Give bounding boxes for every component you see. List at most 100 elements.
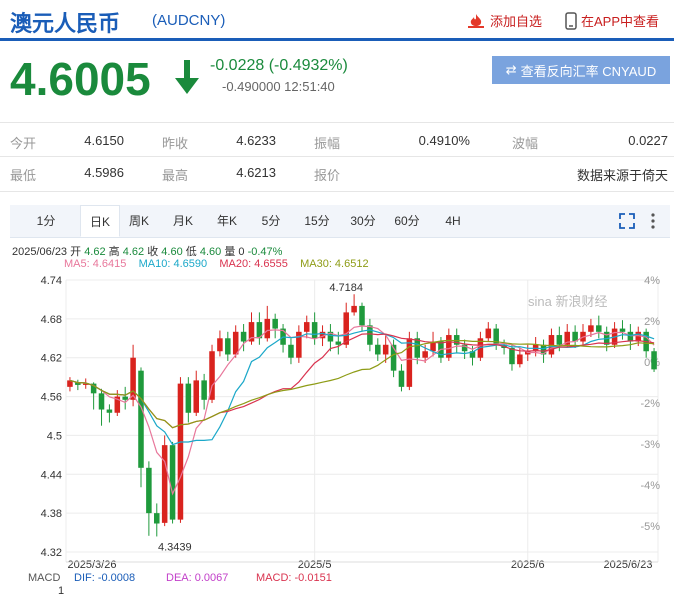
candle-body xyxy=(288,344,294,358)
stat-label: 波幅 xyxy=(512,136,539,151)
candle-body xyxy=(201,380,207,400)
add-watchlist-button[interactable]: 添加自选 xyxy=(466,11,542,30)
x-tick-label: 2025/6/23 xyxy=(604,559,653,571)
y-tick-label: 4.74 xyxy=(41,275,62,287)
x-tick-label: 2025/6 xyxy=(511,559,545,571)
y-tick-pct-label: -4% xyxy=(640,480,660,492)
tab-60min[interactable]: 60分 xyxy=(390,205,424,237)
candle-body xyxy=(185,383,192,413)
stats-row-2: 最低 4.5986 最高 4.6213 报价 数据来源于倚天 xyxy=(0,156,674,192)
tab-5min[interactable]: 5分 xyxy=(256,205,286,237)
candle-body xyxy=(351,305,357,313)
candle-body xyxy=(556,335,563,345)
fire-icon xyxy=(468,13,484,28)
symbol-code: (AUDCNY) xyxy=(152,12,226,29)
candle-body xyxy=(422,351,428,358)
ohlc-info: 2025/06/23 开 4.62 高 4.62 收 4.60 低 4.60 量… xyxy=(12,243,282,259)
macd-dif: DIF: -0.0008 xyxy=(74,572,136,584)
ma10-value: MA10: 4.6590 xyxy=(138,258,208,270)
candle-body xyxy=(98,393,105,410)
high-annotation: 4.7184 xyxy=(329,282,363,294)
reverse-rate-button[interactable]: ⇄ 查看反向汇率 CNYAUD xyxy=(492,56,670,84)
current-price: 4.6005 xyxy=(10,53,151,105)
info-close-label: 收 xyxy=(147,246,159,258)
phone-icon xyxy=(565,11,577,30)
candle-body xyxy=(517,354,523,365)
swap-icon: ⇄ xyxy=(505,62,517,77)
sina-watermark: sina 新浪财经 xyxy=(528,294,607,309)
candle-body xyxy=(359,305,365,326)
y-tick-pct-label: -3% xyxy=(640,439,660,451)
macd-label: MACD xyxy=(28,572,61,584)
candle-body xyxy=(161,445,168,523)
ma-line xyxy=(69,325,655,496)
candle-body xyxy=(169,445,176,520)
candle-body xyxy=(335,341,342,345)
candle-body xyxy=(193,380,200,413)
fullscreen-icon[interactable] xyxy=(618,212,636,230)
tab-30min[interactable]: 30分 xyxy=(346,205,380,237)
candle-body xyxy=(138,370,144,468)
tab-monthly[interactable]: 月K xyxy=(168,205,198,237)
low-annotation: 4.3439 xyxy=(158,542,192,554)
tab-yearly[interactable]: 年K xyxy=(212,205,242,237)
y-tick-pct-label: -2% xyxy=(640,398,660,410)
y-tick-label: 4.5 xyxy=(47,430,62,442)
stat-label: 最低 xyxy=(10,168,37,183)
stat-value: 4.6150 xyxy=(84,133,124,148)
candle-body xyxy=(651,351,657,370)
data-source: 数据来源于倚天 xyxy=(576,168,668,183)
stat-label: 今开 xyxy=(10,136,37,151)
candle-body xyxy=(398,370,405,387)
price-detail: -0.490000 12:51:40 xyxy=(222,79,335,94)
y-tick-pct-label: 2% xyxy=(644,316,660,328)
y-tick-pct-label: -5% xyxy=(640,521,660,533)
more-menu-icon[interactable] xyxy=(648,212,658,230)
y-tick-label: 4.62 xyxy=(41,353,62,365)
stat-label: 振幅 xyxy=(314,136,341,151)
macd-dea: DEA: 0.0067 xyxy=(166,572,229,584)
y-tick-label: 4.44 xyxy=(41,469,62,481)
y-tick-pct-label: 4% xyxy=(644,275,660,287)
candle-body xyxy=(122,396,128,400)
candle-body xyxy=(382,344,389,355)
ma5-value: MA5: 4.6415 xyxy=(64,258,127,270)
x-tick-label: 2025/3/26 xyxy=(68,559,117,571)
info-low-label: 低 xyxy=(185,246,197,258)
open-in-app-button[interactable]: 在APP中查看 xyxy=(565,11,659,30)
candle-body xyxy=(217,338,223,352)
stat-label: 昨收 xyxy=(162,136,189,151)
y-tick-label: 4.32 xyxy=(41,547,62,559)
info-open-label: 开 xyxy=(70,246,82,258)
stat-label: 报价 xyxy=(314,168,341,183)
tab-15min[interactable]: 15分 xyxy=(300,205,334,237)
tab-daily[interactable]: 日K xyxy=(80,205,120,237)
candle-body xyxy=(177,383,184,520)
y-tick-label: 4.68 xyxy=(41,314,62,326)
period-tabs: 1分 日K 周K 月K 年K 5分 15分 30分 60分 4H xyxy=(10,205,670,238)
stat-value: 4.6213 xyxy=(236,165,276,180)
candle-body xyxy=(240,331,247,342)
tab-weekly[interactable]: 周K xyxy=(124,205,154,237)
price-change: -0.0228 (-0.4932%) xyxy=(210,57,348,74)
x-tick-label: 2025/5 xyxy=(298,559,332,571)
ma-line xyxy=(69,339,655,429)
candle-body xyxy=(375,344,381,355)
stat-value: 4.5986 xyxy=(84,165,124,180)
candle-body xyxy=(146,467,152,514)
ma30-value: MA30: 4.6512 xyxy=(300,258,369,270)
stat-value: 0.4910% xyxy=(418,133,470,148)
candle-body xyxy=(588,325,594,332)
ma20-value: MA20: 4.6555 xyxy=(219,258,288,270)
info-volume: 量 0 xyxy=(224,246,245,258)
tab-1min[interactable]: 1分 xyxy=(28,205,64,237)
candle-body xyxy=(596,325,602,332)
candle-body xyxy=(414,338,421,358)
candle-body xyxy=(367,325,373,345)
candle-body xyxy=(509,348,515,365)
tab-4h[interactable]: 4H xyxy=(438,205,468,237)
candlestick-chart[interactable]: 4.744.684.624.564.54.444.384.32 4%2%0%-2… xyxy=(0,270,674,595)
page-title: 澳元人民币 xyxy=(10,12,121,37)
candle-body xyxy=(485,328,492,339)
candle-body xyxy=(619,328,626,332)
